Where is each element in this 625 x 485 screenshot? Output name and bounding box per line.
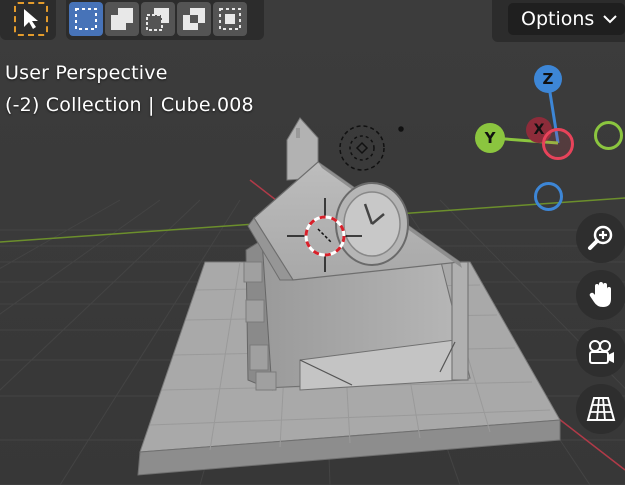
gizmo-y-label: Y xyxy=(484,129,496,147)
select-intersect-icon xyxy=(219,8,241,30)
select-tool-button[interactable] xyxy=(14,2,48,36)
gizmo-neg-x-axis[interactable] xyxy=(542,128,574,160)
zoom-button[interactable] xyxy=(576,213,625,263)
select-difference-button[interactable] xyxy=(177,2,211,36)
gizmo-neg-z-axis[interactable] xyxy=(534,182,563,211)
zoom-icon xyxy=(588,225,613,250)
select-extend-button[interactable] xyxy=(105,2,139,36)
perspective-toggle-button[interactable] xyxy=(576,384,625,434)
collection-info-label: (-2) Collection | Cube.008 xyxy=(5,94,254,116)
gizmo-z-label: Z xyxy=(542,70,554,88)
options-dropdown[interactable]: Options xyxy=(508,3,625,35)
select-subtract-button[interactable] xyxy=(141,2,175,36)
select-subtract-icon xyxy=(146,8,169,31)
camera-view-button[interactable] xyxy=(576,327,625,377)
hand-pan-icon xyxy=(589,282,611,307)
select-new-button[interactable] xyxy=(69,2,103,36)
select-intersect-button[interactable] xyxy=(213,2,247,36)
3d-viewport[interactable]: Options User Perspective (-2) Collection… xyxy=(0,0,625,485)
gizmo-z-axis[interactable]: Z xyxy=(534,65,562,93)
select-new-icon xyxy=(75,8,97,30)
gizmo-y-axis[interactable]: Y xyxy=(475,123,505,153)
view-name-label: User Perspective xyxy=(5,62,168,84)
options-panel: Options xyxy=(492,0,625,42)
gizmo-x-label: X xyxy=(533,122,545,138)
gizmo-neg-y-axis[interactable] xyxy=(594,121,623,150)
select-extend-icon xyxy=(111,8,133,30)
grid-perspective-icon xyxy=(586,397,616,421)
camera-icon xyxy=(589,340,614,364)
options-label: Options xyxy=(521,8,595,30)
clock-face[interactable] xyxy=(335,182,409,266)
pan-button[interactable] xyxy=(576,270,625,320)
select-difference-icon xyxy=(183,8,205,30)
cursor-arrow-icon xyxy=(24,9,38,29)
navigation-gizmo[interactable]: Z Y X xyxy=(470,60,625,220)
chevron-down-icon xyxy=(603,15,618,24)
